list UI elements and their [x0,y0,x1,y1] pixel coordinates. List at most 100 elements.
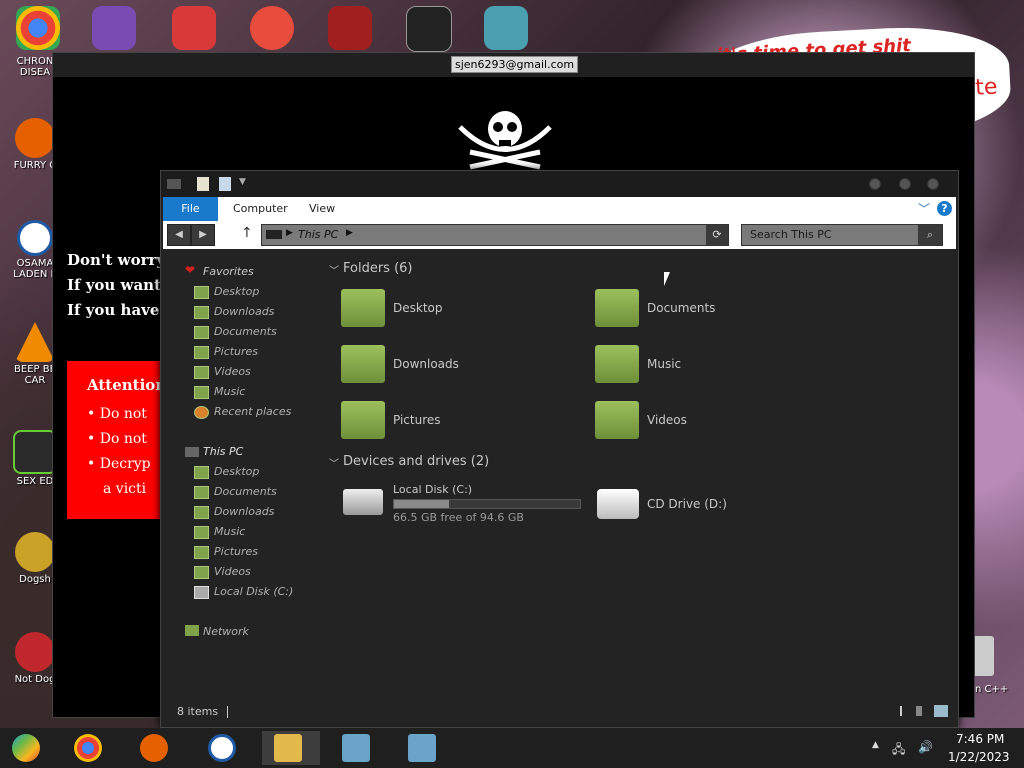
desktop-icon-label: n C++ [975,684,1009,695]
folder-tile-desktop[interactable]: Desktop [341,289,581,333]
nav-item[interactable]: Videos [194,565,251,579]
chevron-down-icon[interactable]: ﹀ [329,455,339,470]
bullet-text: Do not [99,431,147,447]
app-red-icon[interactable] [328,6,372,50]
taskbar-file-explorer[interactable] [262,731,320,765]
folder-tile-videos[interactable]: Videos [595,401,835,445]
up-arrow-icon[interactable]: ↑ [241,225,253,241]
refresh-button[interactable]: ⟳ [706,225,728,245]
show-hidden-icons-icon[interactable]: ▲ [872,740,879,750]
folder-label: Pictures [393,413,441,427]
nav-item[interactable]: Music [194,525,245,539]
downloads-folder-icon [194,506,209,519]
attention-bullet-cont: a victi [103,481,147,497]
music-folder-icon [194,526,209,539]
back-button[interactable]: ◀ [167,224,191,246]
tab-computer[interactable]: Computer [233,197,288,221]
nav-item[interactable]: Videos [194,365,251,379]
window-titlebar[interactable]: sjen6293@gmail.com [53,53,974,77]
installer-icon [408,734,436,762]
chevron-down-icon[interactable]: ▼ [239,177,246,187]
nav-item-label: Music [214,385,246,398]
local-disk-icon [194,586,209,599]
network-icon[interactable]: 🖧 [892,740,905,761]
close-button[interactable] [927,178,939,190]
details-view-icon[interactable] [900,706,922,716]
app-p-icon[interactable] [250,6,294,50]
clock-date[interactable]: 1/22/2023 [948,750,1010,764]
clock-time[interactable]: 7:46 PM [956,732,1004,746]
computer-icon [266,230,282,239]
taskbar-firefox[interactable] [128,731,180,765]
new-folder-icon[interactable] [219,177,231,191]
desktop-folder-icon [194,466,209,479]
nav-item[interactable]: Downloads [194,305,275,319]
recent-places-icon [194,406,209,419]
nav-item-label: Videos [214,565,251,578]
drive-free-space: 66.5 GB free of 94.6 GB [393,511,524,524]
nav-network[interactable]: Network [203,625,249,638]
nav-item-label: Desktop [214,465,260,478]
tab-file[interactable]: File [163,197,218,221]
nav-item-label: Local Disk (C:) [214,585,294,598]
nav-item[interactable]: Desktop [194,465,260,479]
help-button[interactable]: ? [937,201,952,216]
drive-tile-c[interactable]: Local Disk (C:) 66.5 GB free of 94.6 GB [341,481,581,525]
taskbar-chrome[interactable] [62,731,114,765]
desktop-icon-label: CHRON DISEA [16,56,54,78]
nav-item[interactable]: Pictures [194,345,258,359]
minimize-button[interactable] [869,178,881,190]
explorer-titlebar[interactable]: ▼ [161,171,958,197]
visual-studio-icon[interactable] [92,6,136,50]
drive-tile-d[interactable]: CD Drive (D:) [595,481,835,525]
forward-button[interactable]: ▶ [191,224,215,246]
taskbar-app-2[interactable] [396,731,448,765]
folder-tile-downloads[interactable]: Downloads [341,345,581,389]
cmd-icon[interactable] [406,6,452,52]
folder-tile-pictures[interactable]: Pictures [341,401,581,445]
nav-item[interactable]: Downloads [194,505,274,519]
nav-item-label: Documents [214,485,277,498]
chevron-down-icon[interactable]: ﹀ [329,262,339,277]
taskbar-obama-app[interactable] [196,731,248,765]
desktop-icon-label: FURRY C [13,160,57,171]
breadcrumb-chevron-icon[interactable]: ▶ [346,228,353,238]
disc-icon [15,532,55,572]
tab-view[interactable]: View [309,197,335,221]
taskbar: ▲ 🖧 🔊 7:46 PM 1/22/2023 [0,728,1024,768]
folder-tile-documents[interactable]: Documents [595,289,835,333]
large-icons-view-icon[interactable] [934,705,948,717]
properties-icon[interactable] [197,177,209,191]
app-2-icon[interactable] [172,6,216,50]
group-header-drives[interactable]: Devices and drives (2) [343,454,489,469]
drive-name: Local Disk (C:) [393,483,473,496]
search-input[interactable]: Search This PC [750,228,832,241]
chrome-icon[interactable] [16,6,60,50]
nav-item[interactable]: Recent places [194,405,291,419]
folder-tile-music[interactable]: Music [595,345,835,389]
nav-item-label: Downloads [214,305,275,318]
expand-ribbon-icon[interactable]: ﹀ [918,200,930,217]
file-explorer-window[interactable]: ▼ File Computer View ﹀ ? ◀ ▶ ↑ ▶ This PC… [160,170,959,728]
volume-icon[interactable]: 🔊 [918,740,933,754]
nav-item[interactable]: Local Disk (C:) [194,585,294,599]
drive-usage-fill [394,500,450,508]
start-button[interactable] [0,731,52,765]
drive-usage-bar [393,499,581,509]
maximize-button[interactable] [899,178,911,190]
taskbar-app-1[interactable] [330,731,382,765]
search-icon[interactable]: ⌕ [918,225,942,245]
address-bar[interactable]: ▶ This PC ▶ ⟳ [261,224,729,246]
app-cartoon-icon[interactable] [484,6,528,50]
nav-favorites[interactable]: Favorites [203,265,254,278]
breadcrumb[interactable]: This PC [298,228,338,241]
nav-item[interactable]: Music [194,385,246,399]
group-header-folders[interactable]: Folders (6) [343,261,413,276]
nav-item[interactable]: Documents [194,485,277,499]
nav-thispc[interactable]: This PC [203,445,243,458]
nav-item[interactable]: Pictures [194,545,258,559]
search-box[interactable]: Search This PC ⌕ [741,224,943,246]
nav-item[interactable]: Desktop [194,285,259,299]
nav-item[interactable]: Documents [194,325,277,339]
hard-drive-icon [343,489,383,515]
